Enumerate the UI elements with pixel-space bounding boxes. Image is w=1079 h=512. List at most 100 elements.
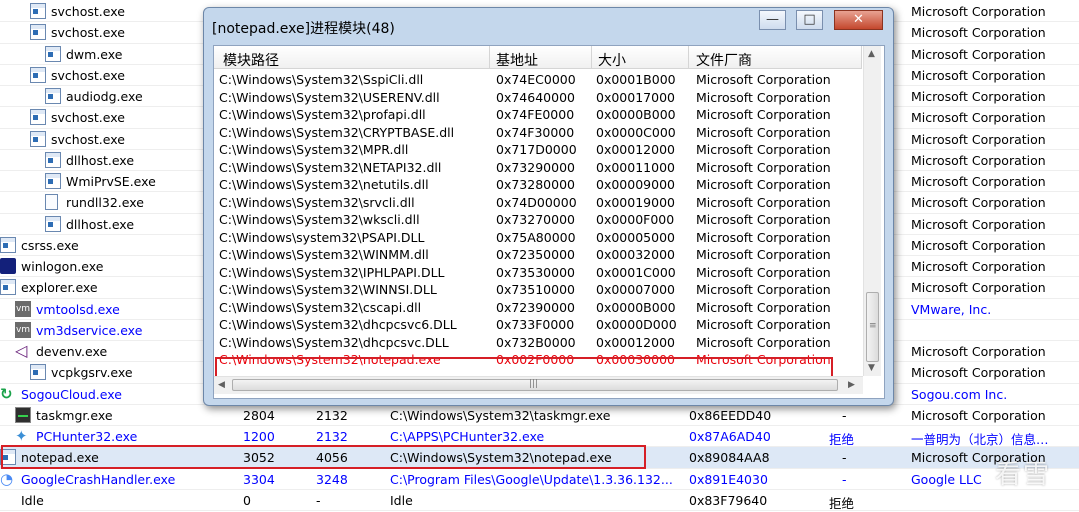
- column-header-size[interactable]: 大小: [598, 50, 626, 70]
- module-path: C:\Windows\System32\MPR.dll: [219, 142, 409, 157]
- process-path: C:\Windows\System32\taskmgr.exe: [390, 407, 611, 423]
- process-name: rundll32.exe: [66, 195, 144, 211]
- process-path: C:\APPS\PCHunter32.exe: [390, 429, 545, 444]
- module-size: 0x0000D000: [596, 317, 677, 332]
- process-company: Microsoft Corporation: [911, 89, 1046, 104]
- module-row[interactable]: C:\Windows\System32\profapi.dll 0x74FE000…: [214, 106, 862, 124]
- process-company: Microsoft Corporation: [911, 131, 1046, 147]
- process-row[interactable]: Idle 0 - Idle 0x83F79640 拒绝: [0, 490, 1079, 511]
- close-button[interactable]: ✕: [834, 10, 883, 30]
- module-row[interactable]: C:\Windows\System32\IPHLPAPI.DLL 0x735300…: [214, 264, 862, 282]
- vertical-scroll-thumb[interactable]: ≡: [866, 292, 879, 362]
- module-row[interactable]: C:\Windows\System32\WINMM.dll 0x72350000 0…: [214, 246, 862, 264]
- module-row[interactable]: C:\Windows\system32\PSAPI.DLL 0x75A80000 0…: [214, 229, 862, 247]
- module-size: 0x00012000: [596, 334, 675, 350]
- scroll-down-icon[interactable]: ▼: [868, 363, 875, 373]
- google-icon: ◔: [0, 469, 14, 488]
- module-row[interactable]: C:\Windows\System32\MPR.dll 0x717D0000 0x0…: [214, 141, 862, 159]
- module-vendor: Microsoft Corporation: [696, 89, 831, 105]
- process-pid: 1200: [243, 429, 275, 444]
- column-header-base[interactable]: 基地址: [496, 50, 538, 70]
- module-base: 0x74640000: [496, 89, 575, 105]
- window-icon: [30, 364, 46, 381]
- notepad-process-highlight: [1, 445, 646, 469]
- process-company: Sogou.com Inc.: [911, 386, 1008, 402]
- module-size: 0x0000F000: [596, 212, 675, 227]
- module-row[interactable]: C:\Windows\System32\srvcli.dll 0x74D00000…: [214, 194, 862, 212]
- window-icon: [30, 109, 46, 126]
- module-vendor: Microsoft Corporation: [696, 317, 831, 332]
- process-name: explorer.exe: [21, 280, 98, 296]
- vmware-icon: vm: [15, 300, 31, 317]
- process-name: GoogleCrashHandler.exe: [21, 471, 176, 487]
- module-size: 0x00017000: [596, 89, 675, 105]
- module-size: 0x00009000: [596, 177, 675, 192]
- module-vendor: Microsoft Corporation: [696, 229, 831, 245]
- horizontal-scroll-thumb[interactable]: |||: [232, 379, 838, 391]
- process-company: Microsoft Corporation: [911, 25, 1046, 41]
- module-vendor: Microsoft Corporation: [696, 247, 831, 262]
- process-company: Microsoft Corporation: [911, 67, 1046, 83]
- module-row[interactable]: C:\Windows\System32\dhcpcsvc.DLL 0x732B00…: [214, 334, 862, 352]
- process-eprocess: 0x89084AA8: [689, 450, 770, 466]
- process-name: svchost.exe: [51, 131, 125, 147]
- horizontal-scrollbar[interactable]: ◀ ||| ▶: [214, 376, 863, 394]
- window-icon: [30, 130, 46, 147]
- winlogon-icon: [0, 258, 16, 274]
- process-row[interactable]: ✦ PCHunter32.exe 1200 2132 C:\APPS\PCHunter3…: [0, 426, 1079, 447]
- process-company: Microsoft Corporation: [911, 110, 1046, 126]
- window-icon: [45, 45, 61, 62]
- module-row[interactable]: C:\Windows\System32\CRYPTBASE.dll 0x74F30…: [214, 124, 862, 142]
- module-base: 0x733F0000: [496, 317, 575, 332]
- module-size: 0x0001C000: [596, 264, 676, 280]
- process-eprocess: 0x83F79640: [689, 492, 768, 508]
- process-name: svchost.exe: [51, 110, 125, 126]
- module-row[interactable]: C:\Windows\System32\NETAPI32.dll 0x732900…: [214, 159, 862, 177]
- process-company: Microsoft Corporation: [911, 216, 1046, 232]
- module-size: 0x0000B000: [596, 299, 676, 315]
- process-name: csrss.exe: [21, 237, 79, 253]
- module-base: 0x74F30000: [496, 124, 575, 140]
- module-list: 模块路径 基地址 大小 文件厂商 C:\Windows\System32\Ssp…: [213, 45, 885, 399]
- module-size: 0x00011000: [596, 159, 675, 175]
- process-eprocess: 0x86EEDD40: [689, 407, 772, 423]
- column-header-path[interactable]: 模块路径: [223, 50, 279, 70]
- module-row[interactable]: C:\Windows\System32\wkscli.dll 0x73270000…: [214, 211, 862, 229]
- module-path: C:\Windows\System32\CRYPTBASE.dll: [219, 124, 455, 140]
- process-name: svchost.exe: [51, 4, 125, 19]
- module-row[interactable]: C:\Windows\System32\netutils.dll 0x732800…: [214, 176, 862, 194]
- module-row[interactable]: C:\Windows\System32\SspiCli.dll 0x74EC000…: [214, 71, 862, 89]
- watermark: 看雪: [995, 460, 1052, 490]
- vertical-scrollbar[interactable]: ▲ ≡ ▼: [863, 46, 881, 376]
- process-pid: 0: [243, 492, 251, 508]
- module-vendor: Microsoft Corporation: [696, 212, 831, 227]
- process-row[interactable]: ◔ GoogleCrashHandler.exe 3304 3248 C:\Progra…: [0, 469, 1079, 490]
- module-row[interactable]: C:\Windows\System32\WINNSI.DLL 0x73510000…: [214, 281, 862, 299]
- process-company: Microsoft Corporation: [911, 152, 1046, 168]
- minimize-button[interactable]: —: [759, 10, 786, 30]
- module-vendor: Microsoft Corporation: [696, 124, 831, 140]
- module-row[interactable]: C:\Windows\System32\dhcpcsvc6.DLL 0x733F0…: [214, 316, 862, 334]
- scroll-up-icon[interactable]: ▲: [868, 49, 875, 59]
- module-path: C:\Windows\System32\WINMM.dll: [219, 247, 429, 262]
- module-vendor: Microsoft Corporation: [696, 282, 831, 297]
- module-row[interactable]: C:\Windows\System32\USERENV.dll 0x7464000…: [214, 89, 862, 107]
- process-name: SogouCloud.exe: [21, 386, 122, 402]
- module-base: 0x74D00000: [496, 194, 577, 210]
- module-base: 0x73510000: [496, 282, 575, 297]
- module-path: C:\Windows\system32\PSAPI.DLL: [219, 229, 425, 245]
- module-row[interactable]: C:\Windows\System32\cscapi.dll 0x72390000…: [214, 299, 862, 317]
- process-company: Microsoft Corporation: [911, 195, 1046, 211]
- maximize-button[interactable]: □: [796, 10, 823, 30]
- process-company: Microsoft Corporation: [911, 365, 1046, 381]
- module-base: 0x717D0000: [496, 142, 577, 157]
- module-path: C:\Windows\System32\cscapi.dll: [219, 299, 422, 315]
- scroll-right-icon[interactable]: ▶: [848, 380, 855, 390]
- process-name: dllhost.exe: [66, 152, 135, 168]
- column-header-vendor[interactable]: 文件厂商: [696, 50, 752, 70]
- dialog-title: [notepad.exe]进程模块(48): [212, 21, 395, 37]
- process-company: Microsoft Corporation: [911, 259, 1046, 274]
- module-size: 0x0000C000: [596, 124, 676, 140]
- scroll-left-icon[interactable]: ◀: [218, 380, 225, 390]
- process-row[interactable]: taskmgr.exe 2804 2132 C:\Windows\System32\t…: [0, 405, 1079, 426]
